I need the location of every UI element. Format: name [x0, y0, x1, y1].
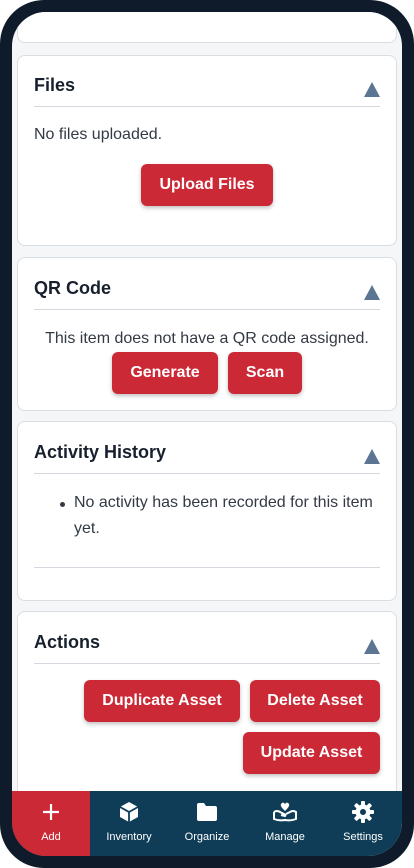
files-empty-text: No files uploaded.	[34, 126, 163, 143]
bottom-nav: Add Inventory Organize Manage Settings	[12, 791, 402, 856]
nav-manage[interactable]: Manage	[246, 791, 324, 856]
device-frame: Files No files uploaded. Upload Files QR…	[0, 0, 414, 868]
activity-item-line-2: yet.	[74, 520, 100, 537]
files-title: Files	[34, 75, 76, 95]
nav-add-label: Add	[41, 831, 61, 843]
nav-organize-label: Organize	[184, 831, 230, 843]
gear-icon	[324, 801, 402, 823]
activity-card: Activity History No activity has been re…	[17, 421, 397, 601]
duplicate-asset-button[interactable]: Duplicate Asset	[84, 680, 240, 722]
folder-icon	[168, 801, 246, 823]
scan-button[interactable]: Scan	[228, 352, 302, 394]
generate-button[interactable]: Generate	[112, 352, 218, 394]
box-icon	[90, 801, 168, 823]
actions-card: Actions Duplicate Asset Delete Asset Upd…	[17, 611, 397, 801]
nav-settings[interactable]: Settings	[324, 791, 402, 856]
actions-title: Actions	[34, 632, 101, 652]
nav-manage-label: Manage	[265, 831, 305, 843]
files-divider	[34, 106, 380, 107]
files-card: Files No files uploaded. Upload Files	[17, 55, 397, 246]
update-asset-button[interactable]: Update Asset	[243, 732, 380, 774]
qr-collapse-icon[interactable]	[364, 285, 380, 300]
actions-divider	[34, 663, 380, 664]
files-collapse-icon[interactable]	[364, 82, 380, 97]
upload-files-button[interactable]: Upload Files	[141, 164, 273, 206]
activity-collapse-icon[interactable]	[364, 449, 380, 464]
activity-bottom-divider	[34, 567, 380, 568]
screen: Files No files uploaded. Upload Files QR…	[12, 12, 402, 856]
delete-asset-button[interactable]: Delete Asset	[250, 680, 380, 722]
nav-add[interactable]: Add	[12, 791, 90, 856]
activity-title: Activity History	[34, 442, 167, 462]
nav-organize[interactable]: Organize	[168, 791, 246, 856]
qr-title: QR Code	[34, 278, 112, 298]
plus-icon	[12, 801, 90, 823]
nav-inventory[interactable]: Inventory	[90, 791, 168, 856]
qr-card: QR Code This item does not have a QR cod…	[17, 257, 397, 411]
qr-divider	[34, 309, 380, 310]
activity-item-line-1: No activity has been recorded for this i…	[74, 494, 373, 511]
nav-inventory-label: Inventory	[106, 831, 152, 843]
activity-bullet	[60, 502, 65, 507]
activity-divider	[34, 473, 380, 474]
hand-heart-icon	[246, 801, 324, 823]
nav-settings-label: Settings	[343, 831, 383, 843]
qr-empty-text: This item does not have a QR code assign…	[45, 330, 369, 347]
previous-card	[17, 12, 397, 43]
actions-collapse-icon[interactable]	[364, 639, 380, 654]
